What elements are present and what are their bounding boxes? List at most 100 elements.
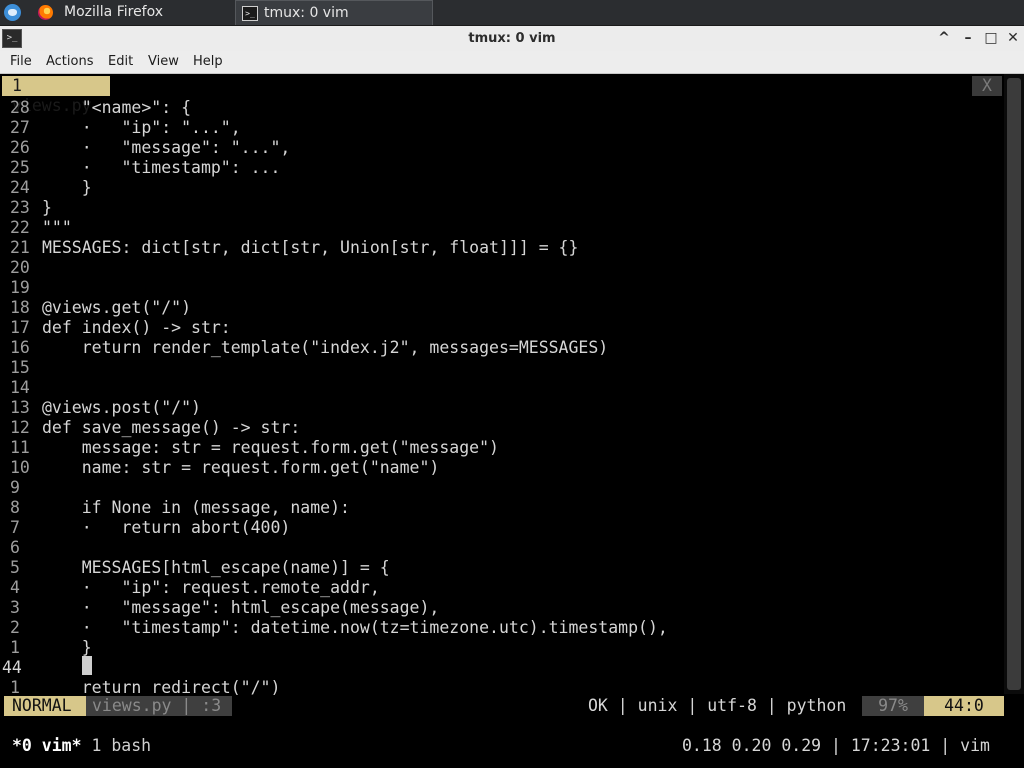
code-line[interactable]: 2 · "timestamp": datetime.now(tz=timezon… — [0, 618, 668, 638]
line-number: 23 — [10, 198, 30, 217]
line-text: · "ip": "...", — [42, 118, 241, 137]
line-number: 17 — [10, 318, 30, 337]
code-line[interactable]: 16 return render_template("index.j2", me… — [0, 338, 608, 358]
line-text: MESSAGES: dict[str, dict[str, Union[str,… — [42, 238, 579, 257]
menu-help[interactable]: Help — [193, 51, 223, 73]
code-line[interactable]: 28 "<name>": { — [0, 98, 191, 118]
firefox-icon — [38, 5, 53, 20]
code-line[interactable]: 18 @views.get("/") — [0, 298, 191, 318]
line-number: 19 — [10, 278, 30, 297]
line-number: 6 — [10, 538, 20, 557]
code-line[interactable]: 15 — [0, 358, 42, 378]
code-line[interactable]: 3 · "message": html_escape(message), — [0, 598, 439, 618]
vim-status-percent: 97% — [862, 696, 924, 716]
code-line[interactable]: 8 if None in (message, name): — [0, 498, 350, 518]
tmux-window-active[interactable]: *0 vim* — [12, 736, 82, 755]
line-number: 2 — [10, 618, 20, 637]
vim-status-info: OK | unix | utf-8 | python — [588, 696, 847, 715]
code-line[interactable]: 26 · "message": "...", — [0, 138, 290, 158]
code-line[interactable]: 44 — [0, 658, 42, 678]
code-line[interactable]: 5 MESSAGES[html_escape(name)] = { — [0, 558, 390, 578]
line-text: "<name>": { — [42, 98, 192, 117]
line-text: · "message": "...", — [42, 138, 291, 157]
line-text: · "ip": request.remote_addr, — [42, 578, 380, 597]
scrollbar[interactable] — [1004, 74, 1024, 694]
code-line[interactable]: 7 · return abort(400) — [0, 518, 290, 538]
code-line[interactable]: 14 — [0, 378, 42, 398]
vim-tab-close-button[interactable]: X — [972, 76, 1002, 96]
taskbar-item-terminal[interactable]: >_ tmux: 0 vim — [235, 0, 433, 25]
tmux-status-right: 0.18 0.20 0.29 | 17:23:01 | vim — [682, 736, 990, 755]
code-line[interactable]: 23} — [0, 198, 52, 218]
code-line[interactable]: 9 — [0, 478, 42, 498]
line-number: 5 — [10, 558, 20, 577]
menu-actions[interactable]: Actions — [46, 51, 94, 73]
window-title: tmux: 0 vim — [468, 31, 556, 46]
start-menu-icon[interactable] — [4, 4, 21, 21]
line-text: name: str = request.form.get("name") — [42, 458, 440, 477]
menu-file[interactable]: File — [10, 51, 32, 73]
line-number: 18 — [10, 298, 30, 317]
code-line[interactable]: 6 — [0, 538, 42, 558]
line-number: 1 — [10, 638, 20, 657]
minimize-icon[interactable]: ^ — [934, 29, 954, 48]
code-line[interactable]: 13 @views.post("/") — [0, 398, 201, 418]
menu-edit[interactable]: Edit — [108, 51, 133, 73]
taskbar-item-firefox[interactable]: Mozilla Firefox — [30, 0, 232, 25]
vim-tab[interactable]: 1 views.py — [2, 76, 110, 115]
taskbar-item-label: tmux: 0 vim — [264, 5, 349, 21]
tmux-window[interactable]: 1 bash — [91, 736, 151, 755]
code-line[interactable]: 1 } — [0, 638, 92, 658]
vim-statusline: NORMAL views.py | :3 OK | unix | utf-8 |… — [0, 696, 1024, 716]
line-text: } — [42, 178, 92, 197]
vim-status-position: 44:0 — [924, 696, 1004, 716]
line-text: @views.get("/") — [42, 298, 192, 317]
close-icon[interactable]: ✕ — [1003, 29, 1023, 48]
code-line[interactable]: 22 """ — [0, 218, 72, 238]
menu-view[interactable]: View — [148, 51, 179, 73]
window-titlebar[interactable]: >_ tmux: 0 vim ^ – □ ✕ — [0, 26, 1024, 52]
code-line[interactable]: 27 · "ip": "...", — [0, 118, 241, 138]
maximize-icon[interactable]: □ — [981, 29, 1001, 48]
line-number: 26 — [10, 138, 30, 157]
code-line[interactable]: 11 message: str = request.form.get("mess… — [0, 438, 499, 458]
line-number: 1 — [10, 678, 20, 697]
restore-icon[interactable]: – — [958, 29, 978, 48]
line-number: 24 — [10, 178, 30, 197]
line-number: 12 — [10, 418, 30, 437]
line-text: · "message": html_escape(message), — [42, 598, 440, 617]
tmux-statusbar: *0 vim* 1 bash 0.18 0.20 0.29 | 17:23:01… — [0, 734, 1024, 758]
code-line[interactable]: 17 def index() -> str: — [0, 318, 231, 338]
line-text: · "timestamp": ... — [42, 158, 281, 177]
line-text: def save_message() -> str: — [42, 418, 301, 437]
line-number: 27 — [10, 118, 30, 137]
line-text: return render_template("index.j2", messa… — [42, 338, 609, 357]
text-cursor — [82, 656, 92, 675]
line-text: if None in (message, name): — [42, 498, 350, 517]
line-number: 15 — [10, 358, 30, 377]
line-number: 44 — [2, 658, 22, 677]
vim-status-file: views.py | :3 — [86, 696, 232, 716]
vim-mode: NORMAL — [4, 696, 86, 716]
line-number: 3 — [10, 598, 20, 617]
line-text: """ — [42, 218, 72, 237]
terminal-icon: >_ — [242, 6, 258, 21]
line-number: 10 — [10, 458, 30, 477]
line-text: message: str = request.form.get("message… — [42, 438, 499, 457]
line-number: 22 — [10, 218, 30, 237]
code-line[interactable]: 24 } — [0, 178, 92, 198]
line-number: 28 — [10, 98, 30, 117]
code-line[interactable]: 20 — [0, 258, 42, 278]
scrollbar-thumb[interactable] — [1007, 78, 1021, 690]
code-line[interactable]: 25 · "timestamp": ... — [0, 158, 280, 178]
code-line[interactable]: 10 name: str = request.form.get("name") — [0, 458, 439, 478]
line-number: 7 — [10, 518, 20, 537]
line-number: 13 — [10, 398, 30, 417]
code-line[interactable]: 12 def save_message() -> str: — [0, 418, 300, 438]
line-number: 20 — [10, 258, 30, 277]
code-line[interactable]: 4 · "ip": request.remote_addr, — [0, 578, 380, 598]
code-line[interactable]: 1 return redirect("/") — [0, 678, 280, 698]
code-line[interactable]: 21 MESSAGES: dict[str, dict[str, Union[st… — [0, 238, 578, 258]
terminal-area[interactable]: 1 views.py X 28 "<name>": {27 · "ip": ".… — [0, 74, 1024, 768]
code-line[interactable]: 19 — [0, 278, 42, 298]
